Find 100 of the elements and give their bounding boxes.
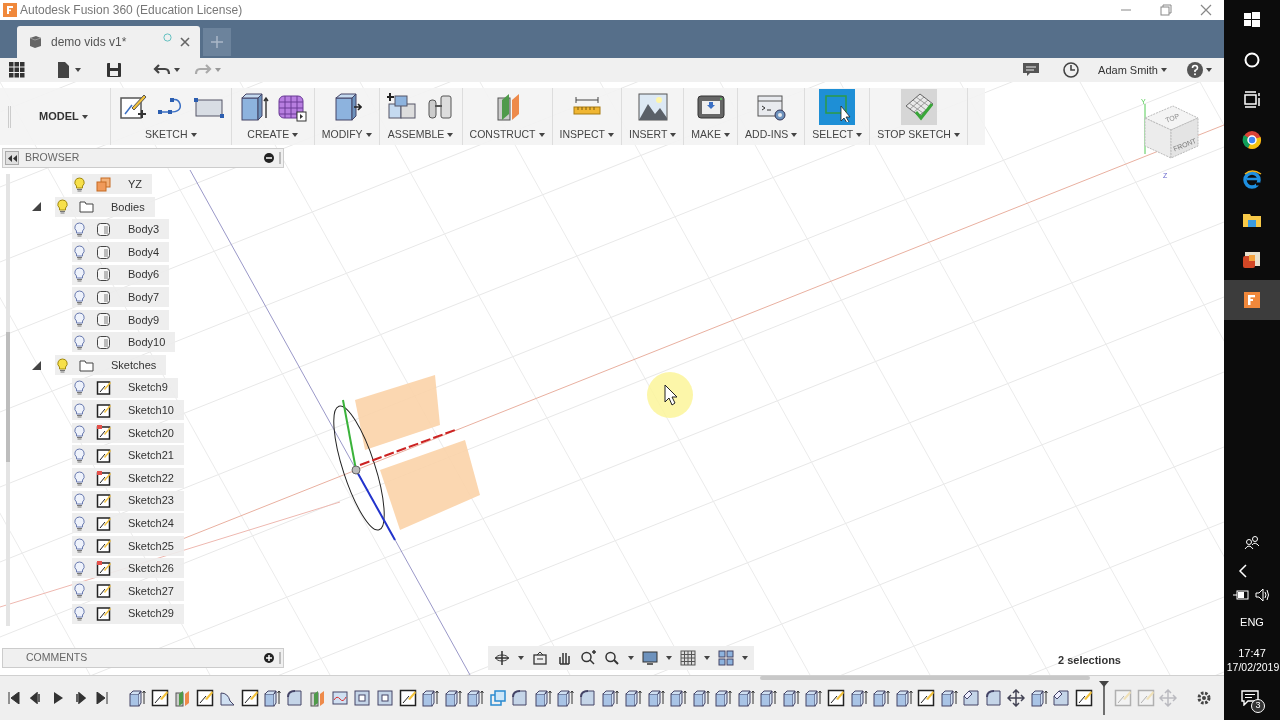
extrude-feature-icon[interactable] (128, 689, 146, 707)
lightbulb-icon[interactable] (74, 515, 85, 531)
lightbulb-icon[interactable] (74, 583, 85, 599)
extrude-feature-icon[interactable] (624, 689, 643, 707)
chamfer-feature-icon[interactable] (1052, 689, 1071, 707)
minus-icon[interactable] (264, 153, 274, 163)
toolbar-menu-button[interactable]: MODIFY (321, 127, 372, 143)
extrude-feature-icon[interactable] (781, 689, 800, 707)
sketch-feature-icon[interactable] (826, 689, 845, 707)
toolbar-menu-button[interactable]: STOP SKETCH (877, 127, 960, 143)
extrude-feature-icon[interactable] (736, 689, 755, 707)
toolbar-menu-button[interactable]: MAKE (691, 127, 731, 143)
toolbar-menu-button[interactable]: CONSTRUCT (469, 127, 545, 143)
extrude-feature-icon[interactable] (263, 689, 282, 707)
lightbulb-icon[interactable] (74, 244, 85, 260)
toolbar-menu-button[interactable]: INSPECT (559, 127, 614, 143)
battery-icon[interactable] (1233, 588, 1249, 601)
look-at-icon[interactable] (532, 650, 548, 666)
lightbulb-icon[interactable] (74, 538, 85, 554)
comment-icon[interactable] (1022, 61, 1041, 79)
toolbar-menu-button[interactable]: ADD-INS (745, 127, 798, 143)
toolbar-menu-button[interactable]: SELECT (812, 127, 863, 143)
extrude-feature-icon[interactable] (466, 689, 485, 707)
zoom-icon[interactable] (580, 650, 596, 666)
browser-item[interactable]: Sketch21 (72, 445, 184, 466)
sketch-feature-icon[interactable] (1074, 689, 1093, 707)
toolbar-menu-button[interactable]: SKETCH (144, 127, 197, 143)
extrude-feature-icon[interactable] (669, 689, 688, 707)
close-icon[interactable] (180, 37, 190, 47)
box-arrow-icon[interactable] (238, 92, 269, 122)
browser-item[interactable]: Sketch29 (72, 603, 184, 624)
browser-item[interactable]: Body3 (72, 219, 170, 240)
extrude-feature-icon[interactable] (601, 689, 620, 707)
pencil-square-icon[interactable] (117, 92, 148, 122)
lightbulb-icon[interactable] (74, 267, 85, 283)
browser-item[interactable]: Bodies (55, 196, 155, 217)
user-menu[interactable]: Adam Smith (1098, 61, 1167, 79)
lightbulb-icon[interactable] (74, 560, 85, 576)
scrollbar-thumb[interactable] (6, 332, 10, 462)
lightbulb-icon[interactable] (74, 402, 85, 418)
move-feature-icon[interactable] (1007, 689, 1026, 707)
lightbulb-icon[interactable] (74, 606, 85, 622)
skip-end-icon[interactable] (96, 692, 108, 704)
viewports-icon[interactable] (718, 650, 734, 666)
display-icon[interactable] (642, 650, 658, 666)
clock-date[interactable]: 17/02/2019 (1226, 660, 1280, 674)
extrude-feature-icon[interactable] (894, 689, 913, 707)
extrude-feature-icon[interactable] (872, 689, 891, 707)
boxes-plus-icon[interactable] (386, 92, 417, 122)
language-indicator[interactable]: ENG (1240, 613, 1264, 630)
notification-button[interactable]: 3 (1237, 688, 1267, 714)
browser-item[interactable]: Sketch9 (72, 377, 178, 398)
lightbulb-icon[interactable] (57, 357, 68, 373)
zoom-window-icon[interactable] (604, 650, 620, 666)
printer-icon[interactable] (695, 92, 726, 122)
extrude-feature-icon[interactable] (533, 689, 552, 707)
extrude-feature-icon[interactable] (1029, 689, 1048, 707)
close-icon[interactable] (1200, 4, 1212, 16)
browser-item[interactable]: Sketch20 (72, 422, 184, 443)
extrude-feature-icon[interactable] (691, 689, 710, 707)
chamfer-feature-icon[interactable] (962, 689, 981, 707)
fillet-feature-icon[interactable] (511, 689, 530, 707)
step-forward-icon[interactable] (74, 692, 86, 704)
lightbulb-icon[interactable] (74, 380, 85, 396)
toolbar-menu-button[interactable]: CREATE (247, 127, 299, 143)
help-menu-button[interactable] (1187, 62, 1212, 78)
extrude-feature-icon[interactable] (421, 689, 440, 707)
clock-icon[interactable] (1062, 61, 1081, 79)
grid-icon[interactable] (680, 650, 696, 666)
toolbar-menu-button[interactable]: ASSEMBLE (387, 127, 454, 143)
extrude-feature-icon[interactable] (804, 689, 823, 707)
fillet-feature-icon[interactable] (578, 689, 597, 707)
extrude-feature-icon[interactable] (443, 689, 462, 707)
extrude-feature-icon[interactable] (849, 689, 868, 707)
scrollbar-thumb[interactable] (760, 676, 1090, 680)
settings-icon[interactable] (1196, 690, 1212, 706)
browser-item[interactable]: Body9 (72, 309, 170, 330)
extrude-feature-icon[interactable] (939, 689, 958, 707)
revolve-feature-icon[interactable] (218, 689, 237, 707)
browser-item[interactable]: Body4 (72, 242, 170, 263)
extrude-feature-icon[interactable] (556, 689, 575, 707)
taskbar-button[interactable] (1224, 280, 1280, 320)
timeline-marker-icon[interactable] (1097, 681, 1110, 715)
step-back-icon[interactable] (30, 692, 42, 704)
collapse-button[interactable] (5, 151, 19, 165)
lightbulb-icon[interactable] (74, 470, 85, 486)
extrude-feature-icon[interactable] (646, 689, 665, 707)
document-tab[interactable]: demo vids v1* (17, 26, 200, 58)
speaker-icon[interactable] (1255, 587, 1271, 602)
shell-feature-icon[interactable] (353, 689, 372, 707)
orbit-icon[interactable] (494, 650, 510, 666)
browser-item[interactable]: Sketch23 (72, 490, 184, 511)
sketch-feature-icon[interactable] (240, 689, 259, 707)
workspace-menu[interactable]: MODEL (39, 108, 88, 125)
browser-item[interactable]: Sketch10 (72, 400, 184, 421)
browser-item[interactable]: Body7 (72, 287, 170, 308)
expand-arrow-icon[interactable] (32, 360, 41, 370)
sketch-feature-icon[interactable] (917, 689, 936, 707)
browser-item[interactable]: Sketch27 (72, 581, 184, 601)
surface-feature-icon[interactable] (330, 689, 349, 707)
